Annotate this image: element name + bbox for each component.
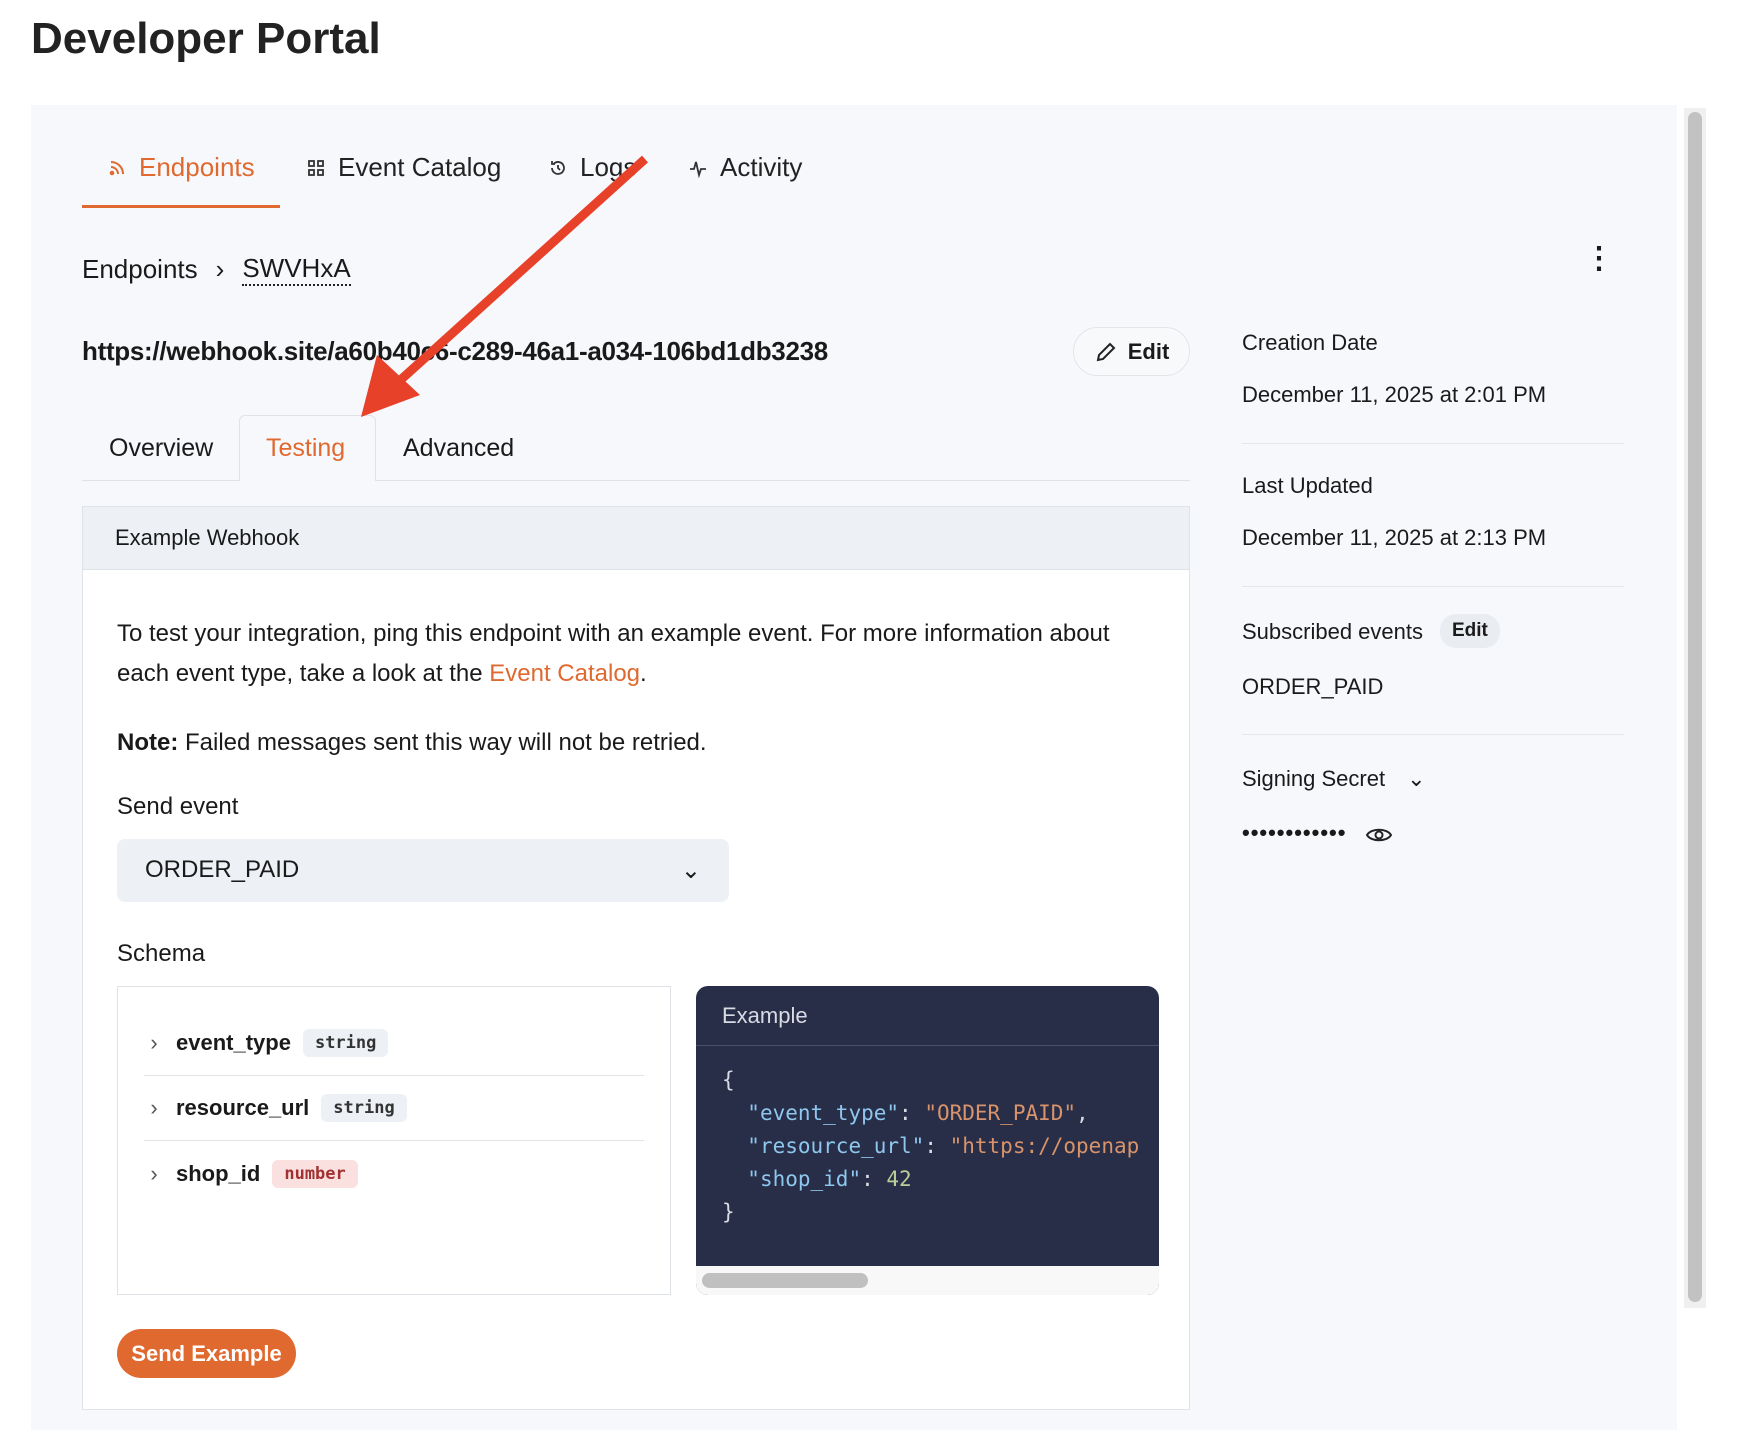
type-badge: number <box>272 1159 358 1188</box>
more-options-icon[interactable]: ⋮ <box>1584 244 1614 274</box>
selected-event: ORDER_PAID <box>145 856 300 883</box>
field-name: event_type <box>176 1030 291 1055</box>
divider <box>1242 734 1624 735</box>
tab-label: Activity <box>720 152 803 182</box>
tab-label: Endpoints <box>139 152 255 182</box>
example-json: { "event_type": "ORDER_PAID", "resource_… <box>722 1068 1140 1224</box>
schema-row[interactable]: › resource_url string <box>144 1076 644 1141</box>
chevron-right-icon: › <box>215 254 225 284</box>
endpoint-url: https://webhook.site/a60b40c6-c289-46a1-… <box>82 336 828 366</box>
tab-endpoints[interactable]: Endpoints <box>107 152 255 183</box>
note-text: Note: Failed messages sent this way will… <box>117 723 707 763</box>
signing-secret-value: •••••••••••• <box>1242 820 1347 845</box>
note-label: Note: <box>117 729 179 756</box>
chevron-right-icon: › <box>150 1160 158 1186</box>
subscribed-event: ORDER_PAID <box>1242 674 1384 699</box>
code-scrollbar[interactable] <box>696 1266 1159 1295</box>
tab-label: Event Catalog <box>338 152 502 182</box>
intro-end: . <box>640 660 647 687</box>
subtab-advanced[interactable]: Advanced <box>403 434 514 463</box>
json-value: "ORDER_PAID" <box>924 1101 1077 1125</box>
intro-text: To test your integration, ping this endp… <box>117 614 1157 694</box>
chevron-right-icon: › <box>150 1030 158 1055</box>
active-tab-indicator <box>82 205 280 208</box>
last-updated-value: December 11, 2025 at 2:13 PM <box>1242 525 1547 550</box>
json-key: "resource_url" <box>747 1134 925 1158</box>
page-scrollbar[interactable] <box>1684 108 1706 1308</box>
chevron-down-icon: ⌄ <box>680 857 701 884</box>
chevron-down-icon: ⌄ <box>1407 766 1426 791</box>
divider <box>1242 586 1624 587</box>
note-body: Failed messages sent this way will not b… <box>178 729 707 756</box>
schema-row[interactable]: › shop_id number <box>144 1141 644 1206</box>
activity-icon <box>690 161 706 178</box>
type-badge: string <box>302 1029 389 1057</box>
example-webhook-card: Example Webhook To test your integration… <box>82 506 1190 1410</box>
tab-logs[interactable]: Logs <box>548 152 636 183</box>
json-value: "https://openap <box>949 1134 1140 1158</box>
divider <box>1242 443 1624 444</box>
send-event-select[interactable]: ORDER_PAID ⌄ <box>117 839 729 902</box>
grid-icon <box>308 159 324 176</box>
edit-label: Edit <box>1127 338 1170 364</box>
event-catalog-link[interactable]: Event Catalog <box>489 660 640 687</box>
field-name: resource_url <box>176 1095 310 1120</box>
subscribed-events-label: Subscribed events <box>1242 619 1423 644</box>
signing-secret-label: Signing Secret <box>1242 766 1386 791</box>
creation-date-label: Creation Date <box>1242 330 1378 355</box>
breadcrumb-endpoints[interactable]: Endpoints <box>82 254 198 285</box>
field-name: shop_id <box>176 1160 261 1186</box>
card-header: Example Webhook <box>83 507 1189 570</box>
send-event-label: Send event <box>117 793 239 820</box>
breadcrumb: Endpoints › SWVHxA <box>82 253 351 286</box>
json-key: "event_type" <box>747 1101 900 1125</box>
creation-date-value: December 11, 2025 at 2:01 PM <box>1242 382 1547 407</box>
edit-url-button[interactable]: Edit <box>1073 327 1190 376</box>
json-key: "shop_id" <box>747 1167 862 1191</box>
code-scrollbar-thumb[interactable] <box>702 1273 868 1288</box>
brace: { <box>722 1068 735 1092</box>
subtab-testing[interactable]: Testing <box>266 434 345 463</box>
edit-subscribed-events-button[interactable]: Edit <box>1440 614 1500 648</box>
type-badge: string <box>321 1094 407 1122</box>
example-code-block: Example { "event_type": "ORDER_PAID", "r… <box>696 986 1159 1295</box>
tab-label: Logs <box>580 152 637 182</box>
page-title: Developer Portal <box>31 14 381 63</box>
tab-activity[interactable]: Activity <box>688 152 802 183</box>
schema-label: Schema <box>117 940 206 967</box>
signing-secret-toggle[interactable]: Signing Secret ⌄ <box>1242 766 1426 792</box>
rss-icon <box>109 160 124 175</box>
schema-tree: › event_type string › resource_url string › s… <box>117 986 671 1295</box>
last-updated-label: Last Updated <box>1242 473 1373 498</box>
tab-event-catalog[interactable]: Event Catalog <box>306 152 501 183</box>
scrollbar-thumb[interactable] <box>1688 112 1702 1302</box>
subtab-overview[interactable]: Overview <box>109 434 213 463</box>
chevron-right-icon: › <box>150 1095 158 1120</box>
breadcrumb-current: SWVHxA <box>242 253 351 286</box>
code-header: Example <box>696 986 1159 1046</box>
brace: } <box>722 1200 735 1224</box>
history-icon <box>551 160 565 175</box>
send-example-button[interactable]: Send Example <box>117 1329 296 1378</box>
json-value: 42 <box>886 1167 912 1191</box>
eye-icon[interactable] <box>1365 824 1393 846</box>
schema-row[interactable]: › event_type string <box>144 1011 644 1076</box>
pencil-icon <box>1096 342 1116 361</box>
